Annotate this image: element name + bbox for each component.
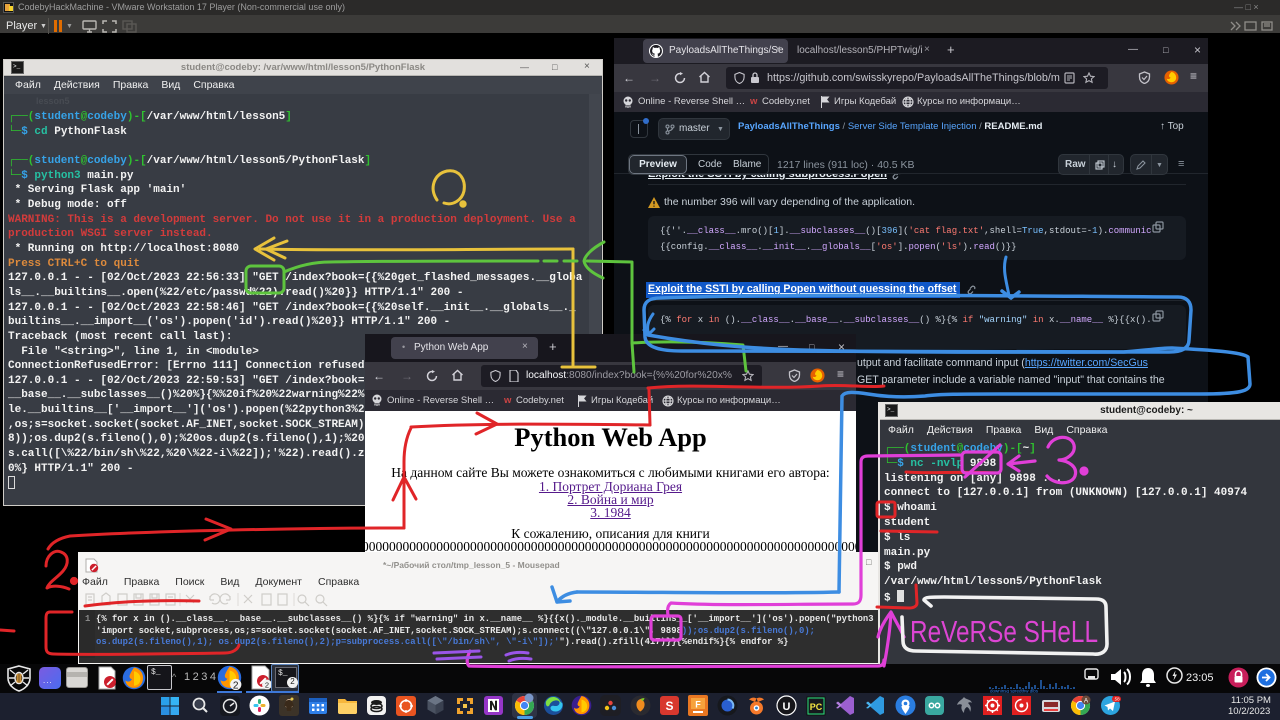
svg-text:ReVeRSe SHeLL: ReVeRSe SHeLL: [910, 614, 1098, 649]
